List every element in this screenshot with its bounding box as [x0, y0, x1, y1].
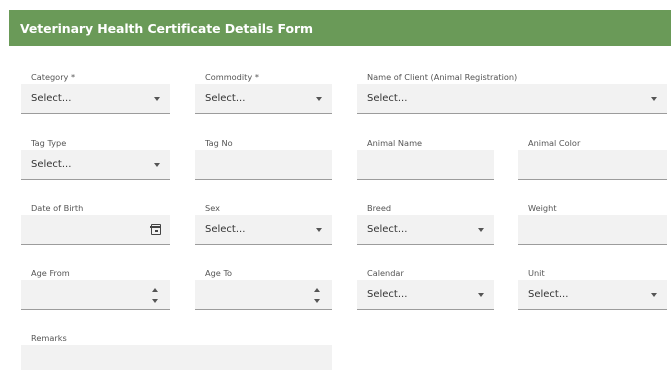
- calendar-icon[interactable]: [150, 224, 161, 235]
- breed-label: Breed: [367, 203, 392, 213]
- tag-no-input[interactable]: [195, 150, 332, 180]
- calendar-select[interactable]: Select...: [357, 280, 494, 310]
- breed-select[interactable]: Select...: [357, 215, 494, 245]
- animal-color-label: Animal Color: [528, 138, 581, 148]
- increment-arrow-icon[interactable]: [314, 288, 320, 292]
- weight-label: Weight: [528, 203, 557, 213]
- unit-label: Unit: [528, 268, 545, 278]
- chevron-down-icon: [478, 228, 484, 232]
- unit-select[interactable]: Select...: [518, 280, 667, 310]
- increment-arrow-icon[interactable]: [152, 288, 158, 292]
- chevron-down-icon: [316, 97, 322, 101]
- chevron-down-icon: [651, 293, 657, 297]
- form-header: Veterinary Health Certificate Details Fo…: [9, 10, 671, 46]
- commodity-label: Commodity *: [205, 72, 259, 82]
- number-spinner[interactable]: [314, 288, 322, 304]
- animal-name-input[interactable]: [357, 150, 494, 180]
- unit-value: Select...: [528, 289, 569, 300]
- dob-input[interactable]: [21, 215, 170, 245]
- calendar-label: Calendar: [367, 268, 404, 278]
- dob-label: Date of Birth: [31, 203, 84, 213]
- remarks-label: Remarks: [31, 333, 67, 343]
- weight-input[interactable]: [518, 215, 667, 245]
- decrement-arrow-icon[interactable]: [152, 299, 158, 303]
- form-title: Veterinary Health Certificate Details Fo…: [20, 20, 313, 36]
- client-select[interactable]: Select...: [357, 84, 667, 114]
- age-from-label: Age From: [31, 268, 70, 278]
- category-select[interactable]: Select...: [21, 84, 170, 114]
- category-value: Select...: [31, 93, 72, 104]
- calendar-value: Select...: [367, 289, 408, 300]
- commodity-value: Select...: [205, 93, 246, 104]
- client-label: Name of Client (Animal Registration): [367, 72, 518, 82]
- animal-name-label: Animal Name: [367, 138, 423, 148]
- sex-select[interactable]: Select...: [195, 215, 332, 245]
- remarks-textarea[interactable]: [21, 345, 332, 370]
- sex-label: Sex: [205, 203, 220, 213]
- breed-value: Select...: [367, 224, 408, 235]
- tag-type-value: Select...: [31, 159, 72, 170]
- age-to-label: Age To: [205, 268, 233, 278]
- tag-type-label: Tag Type: [31, 138, 67, 148]
- chevron-down-icon: [154, 97, 160, 101]
- tag-type-select[interactable]: Select...: [21, 150, 170, 180]
- chevron-down-icon: [651, 97, 657, 101]
- chevron-down-icon: [478, 293, 484, 297]
- decrement-arrow-icon[interactable]: [314, 299, 320, 303]
- number-spinner[interactable]: [152, 288, 160, 304]
- chevron-down-icon: [154, 163, 160, 167]
- sex-value: Select...: [205, 224, 246, 235]
- chevron-down-icon: [316, 228, 322, 232]
- commodity-select[interactable]: Select...: [195, 84, 332, 114]
- age-to-input[interactable]: [195, 280, 332, 310]
- tag-no-label: Tag No: [205, 138, 233, 148]
- age-from-input[interactable]: [21, 280, 170, 310]
- client-value: Select...: [367, 93, 408, 104]
- category-label: Category *: [31, 72, 76, 82]
- animal-color-input[interactable]: [518, 150, 667, 180]
